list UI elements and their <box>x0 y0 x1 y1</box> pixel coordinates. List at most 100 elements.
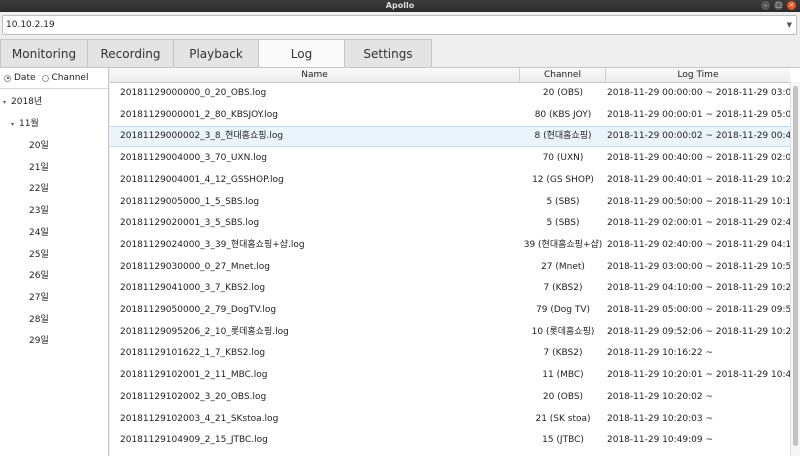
table-header: Name Channel Log Time <box>110 68 790 83</box>
date-radio[interactable] <box>4 74 11 82</box>
log-name-cell: 20181129102003_4_21_SKstoa.log <box>120 413 279 424</box>
log-time-cell: 2018-11-29 10:20:02 ~ <box>607 391 713 402</box>
tree-item-label: 22일 <box>29 184 49 195</box>
channel-cell: 5 (SBS) <box>546 218 580 229</box>
channel-radio-label: Channel <box>51 73 89 83</box>
table-row[interactable]: 20181129050000_2_79_DogTV.log 79 (Dog TV)… <box>110 300 800 321</box>
table-row[interactable]: 20181129041000_3_7_KBS2.log 7 (KBS2) 2018-… <box>110 278 800 299</box>
tree-item-day[interactable]: 24일 <box>29 223 49 243</box>
channel-cell: 79 (Dog TV) <box>536 305 590 315</box>
table-row[interactable]: 20181129000000_0_20_OBS.log 20 (OBS) 2018-… <box>110 83 800 104</box>
tree-item-label: 27일 <box>29 292 49 303</box>
channel-cell: 20 (OBS) <box>542 88 584 98</box>
log-name-cell: 20181129000001_2_80_KBSJOY.log <box>120 109 278 120</box>
tree-item-label: 21일 <box>29 162 49 173</box>
table-row[interactable]: 20181129005000_1_5_SBS.log 5 (SBS) 2018-11… <box>110 192 800 213</box>
tree-item-day[interactable]: 23일 <box>29 201 49 221</box>
channel-cell: 12 (GS SHOP) <box>532 174 594 185</box>
tree-item-label: 24일 <box>29 227 49 238</box>
column-header-log-time[interactable]: Log Time <box>606 68 790 82</box>
window-titlebar: Apollo – □ × <box>0 0 800 12</box>
channel-radio[interactable] <box>41 74 49 82</box>
log-name-cell: 20181129000000_0_20_OBS.log <box>120 88 267 98</box>
tree-item-label: 2018년 <box>11 97 43 107</box>
table-row[interactable]: 20181129024000_3_39_현대홈쇼핑+샵.log 39 (현대홈쇼핑… <box>110 235 800 256</box>
server-address-select[interactable]: 10.10.2.19 ▼ <box>2 15 797 35</box>
log-time-cell: 2018-11-29 00:00:01 ~ 2018-11-29 05:00:0… <box>607 109 800 120</box>
tab-monitoring[interactable]: Monitoring <box>0 39 88 67</box>
log-table: Name Channel Log Time 20181129000000_0_2… <box>110 68 800 456</box>
chevron-down-icon[interactable]: ▼ <box>787 16 792 35</box>
tree-item-day[interactable]: 26일 <box>29 266 49 286</box>
column-header-name[interactable]: Name <box>110 68 520 82</box>
log-time-cell: 2018-11-29 00:50:00 ~ 2018-11-29 10:16:2… <box>607 196 800 207</box>
tab-playback[interactable]: Playback <box>173 39 259 67</box>
close-icon[interactable]: × <box>787 1 796 10</box>
tab-settings[interactable]: Settings <box>344 39 432 67</box>
table-row[interactable]: 20181129102001_2_11_MBC.log 11 (MBC) 2018-… <box>110 365 800 386</box>
channel-cell: 11 (MBC) <box>542 370 584 381</box>
tree-item-month[interactable]: ▾ 11월 <box>11 114 39 134</box>
table-row[interactable]: 20181129102002_3_20_OBS.log 20 (OBS) 2018-… <box>110 387 792 408</box>
tree-item-label: 25일 <box>29 249 49 260</box>
tree-item-year[interactable]: ▾ 2018년 <box>3 92 42 112</box>
tree-item-label: 23일 <box>29 206 49 217</box>
minimize-icon[interactable]: – <box>761 1 770 10</box>
channel-cell: 5 (SBS) <box>546 196 580 207</box>
channel-radio-option[interactable]: Channel <box>41 73 89 83</box>
window-controls: – □ × <box>761 1 796 10</box>
scrollbar-thumb[interactable] <box>793 86 798 446</box>
channel-cell: 8 (현대홈쇼핑) <box>534 131 592 142</box>
table-row[interactable]: 20181129020001_3_5_SBS.log 5 (SBS) 2018-11… <box>110 213 800 234</box>
log-name-cell: 20181129030000_0_27_Mnet.log <box>120 261 270 272</box>
tree-item-day[interactable]: 29일 <box>29 331 49 351</box>
tree-item-day[interactable]: 25일 <box>29 245 49 265</box>
server-address-value: 10.10.2.19 <box>6 20 55 30</box>
log-name-cell: 20181129041000_3_7_KBS2.log <box>120 283 266 294</box>
tab-recording[interactable]: Recording <box>87 39 174 67</box>
log-name-cell: 20181129004001_4_12_GSSHOP.log <box>120 174 284 185</box>
table-row[interactable]: 20181129104909_2_15_JTBC.log 15 (JTBC) 201… <box>110 430 792 451</box>
tree-item-day[interactable]: 28일 <box>29 310 49 330</box>
table-row[interactable]: 20181129095206_2_10_롯데홈쇼핑.log 10 (롯데홈쇼핑) 2… <box>110 322 800 343</box>
expand-arrow-icon[interactable]: ▾ <box>3 93 11 113</box>
log-time-cell: 2018-11-29 05:00:00 ~ 2018-11-29 09:52:0… <box>607 305 800 315</box>
tab-log[interactable]: Log <box>258 39 345 68</box>
log-time-cell: 2018-11-29 04:10:00 ~ 2018-11-29 10:20:0… <box>607 283 800 294</box>
log-name-cell: 20181129102001_2_11_MBC.log <box>120 370 268 381</box>
table-row[interactable]: 20181129004000_3_70_UXN.log 70 (UXN) 2018-… <box>110 148 800 169</box>
tree-item-day[interactable]: 20일 <box>29 136 49 156</box>
log-time-cell: 2018-11-29 00:40:00 ~ 2018-11-29 02:00:0… <box>607 153 800 164</box>
table-row[interactable]: 20181129030000_0_27_Mnet.log 27 (Mnet) 201… <box>110 257 800 278</box>
tree-item-label: 11월 <box>19 119 39 129</box>
table-row[interactable]: 20181129004001_4_12_GSSHOP.log 12 (GS SHO… <box>110 170 800 191</box>
tree-item-day[interactable]: 27일 <box>29 288 49 308</box>
tree-item-day[interactable]: 22일 <box>29 179 49 199</box>
log-time-cell: 2018-11-29 02:00:01 ~ 2018-11-29 02:40:0… <box>607 218 800 229</box>
log-name-cell: 20181129101622_1_7_KBS2.log <box>120 348 266 359</box>
table-row[interactable]: 20181129101622_1_7_KBS2.log 7 (KBS2) 2018-… <box>110 343 792 364</box>
tree-item-label: 28일 <box>29 314 49 325</box>
date-radio-option[interactable]: Date <box>4 73 36 83</box>
log-name-cell: 20181129020001_3_5_SBS.log <box>120 218 260 229</box>
channel-cell: 7 (KBS2) <box>543 283 583 294</box>
log-name-cell: 20181129024000_3_39_현대홈쇼핑+샵.log <box>120 239 305 250</box>
log-time-cell: 2018-11-29 00:40:01 ~ 2018-11-29 10:20:0… <box>607 174 800 185</box>
tree-item-label: 26일 <box>29 271 49 282</box>
channel-cell: 10 (롯데홈쇼핑) <box>531 326 595 337</box>
table-row[interactable]: 20181129000002_3_8_현대홈쇼핑.log 8 (현대홈쇼핑) 201… <box>110 126 800 148</box>
channel-cell: 70 (UXN) <box>542 153 584 164</box>
table-row[interactable]: 20181129000001_2_80_KBSJOY.log 80 (KBS JO… <box>110 105 800 126</box>
log-time-cell: 2018-11-29 10:16:22 ~ <box>607 348 713 359</box>
log-time-cell: 2018-11-29 09:52:06 ~ 2018-11-29 10:20:0… <box>607 326 800 337</box>
date-tree-panel: Date Channel ▾ 2018년 ▾ 11월 20일 21일 22일 23일 24일 25… <box>0 68 109 456</box>
log-time-cell: 2018-11-29 10:20:03 ~ <box>607 413 713 424</box>
channel-cell: 21 (SK stoa) <box>535 413 591 424</box>
tree-item-day[interactable]: 21일 <box>29 158 49 178</box>
expand-arrow-icon[interactable]: ▾ <box>11 115 19 135</box>
table-row[interactable]: 20181129102003_4_21_SKstoa.log 21 (SK sto… <box>110 409 792 430</box>
maximize-icon[interactable]: □ <box>774 1 783 10</box>
log-name-cell: 20181129095206_2_10_롯데홈쇼핑.log <box>120 326 289 337</box>
column-header-channel[interactable]: Channel <box>520 68 606 82</box>
vertical-scrollbar[interactable] <box>790 82 800 456</box>
